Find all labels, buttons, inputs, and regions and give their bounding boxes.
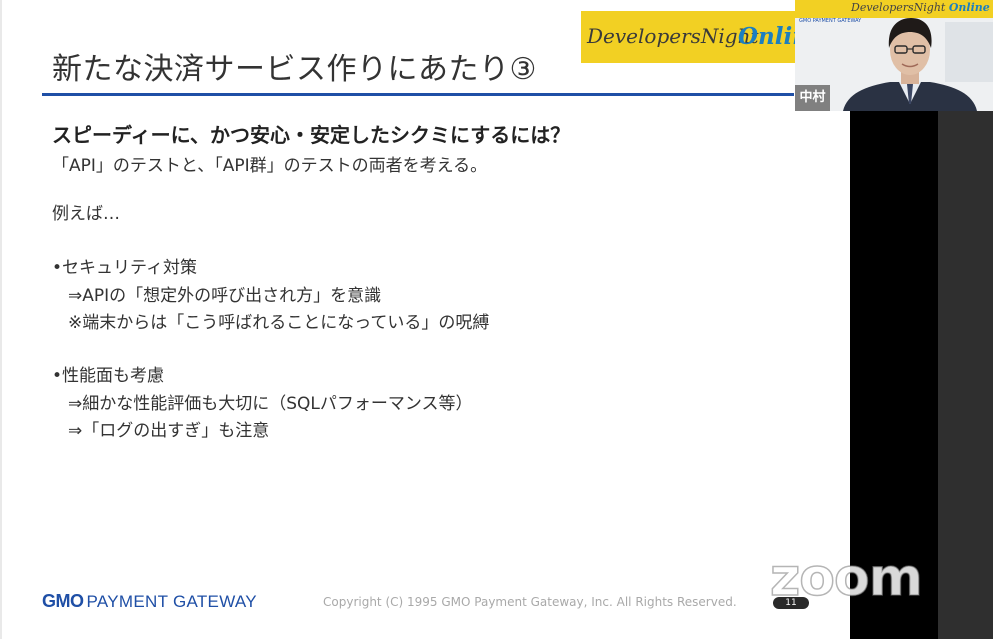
title-underline (42, 93, 794, 96)
zoom-watermark: zoom (769, 547, 923, 609)
slide-title: 新たな決済サービス作りにあたり③ (52, 52, 537, 87)
banner-left-text: DevelopersNight (587, 24, 759, 48)
webcam-banner-left: DevelopersNight (851, 1, 946, 14)
video-panel-grey (938, 111, 993, 639)
security-line-2: ※端末からは「こう呼ばれることになっている」の呪縛 (68, 313, 490, 333)
participant-name-tag: 中村 (795, 85, 830, 111)
intro-text: 「API」のテストと、「API群」のテストの両者を考える。 (52, 156, 488, 176)
performance-line-2: ⇒「ログの出すぎ」も注意 (68, 421, 270, 441)
example-text: 例えば… (52, 204, 120, 224)
slide-edge (0, 0, 2, 639)
gmo-logo: GMO PAYMENT GATEWAY (42, 591, 257, 612)
bullet-security: •セキュリティ対策 (52, 258, 198, 278)
bullet-performance: •性能面も考慮 (52, 366, 165, 386)
developers-night-banner: DevelopersNight Online (581, 11, 795, 63)
zoom-screen-share: 新たな決済サービス作りにあたり③ スピーディーに、かつ安心・安定したシクミにする… (0, 0, 993, 639)
copyright-text: Copyright (C) 1995 GMO Payment Gateway, … (323, 595, 737, 609)
webcam-banner-text: DevelopersNight Online (851, 1, 990, 14)
speaker-video-icon (843, 18, 977, 111)
webcam-banner-right: Online (948, 1, 990, 14)
gmo-logo-sub: PAYMENT GATEWAY (86, 592, 257, 611)
banner-right-text: Online (738, 23, 795, 50)
performance-line-1: ⇒細かな性能評価も大切に（SQLパフォーマンス等） (68, 394, 473, 414)
gmo-logo-mark: GMO (42, 591, 84, 611)
security-line-1: ⇒APIの「想定外の呼び出され方」を意識 (68, 286, 382, 306)
slide-heading: スピーディーに、かつ安心・安定したシクミにするには？ (52, 123, 571, 147)
presentation-slide: 新たな決済サービス作りにあたり③ スピーディーに、かつ安心・安定したシクミにする… (0, 0, 850, 639)
